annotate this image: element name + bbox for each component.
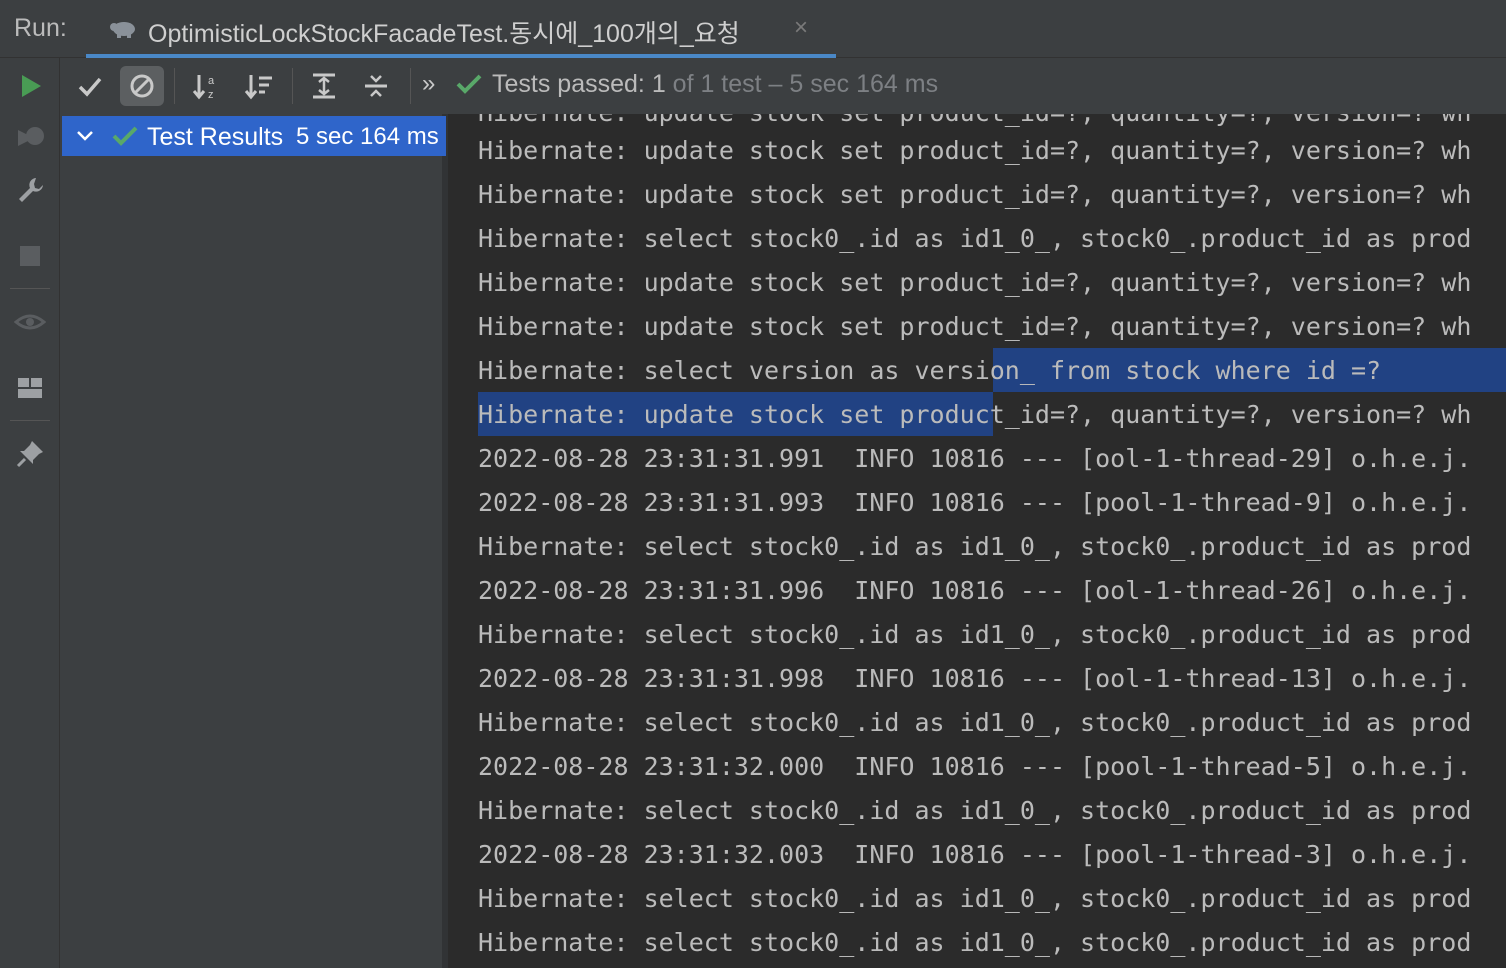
status-check-icon — [456, 72, 482, 103]
run-tab-title: OptimisticLockStockFacadeTest.동시에_100개의_… — [148, 20, 740, 48]
console-line: Hibernate: select stock0_.id as id1_0_, … — [478, 532, 1472, 561]
rerun-failed-icon[interactable] — [14, 122, 46, 154]
console-line: Hibernate: select stock0_.id as id1_0_, … — [478, 796, 1472, 825]
console-output[interactable]: Hibernate: update stock set product_id=?… — [454, 114, 1506, 968]
tree-root-time: 5 sec 164 ms — [296, 123, 439, 150]
close-icon[interactable]: × — [794, 14, 808, 42]
console-line: 2022-08-28 23:31:31.996 INFO 10816 --- [… — [478, 576, 1472, 605]
test-status: Tests passed: 1 of 1 test – 5 sec 164 ms — [456, 70, 938, 103]
console-line: Hibernate: select stock0_.id as id1_0_, … — [478, 928, 1472, 957]
tree-root-label: Test Results — [147, 123, 284, 151]
passed-check-icon — [112, 125, 138, 152]
pin-icon[interactable] — [14, 438, 46, 470]
console-line: Hibernate: select stock0_.id as id1_0_, … — [478, 224, 1472, 253]
svg-text:z: z — [208, 89, 214, 100]
status-prefix: Tests passed: — [492, 70, 652, 98]
console-line: Hibernate: select stock0_.id as id1_0_, … — [478, 884, 1472, 913]
console-line: Hibernate: update stock set product_id=?… — [478, 180, 1472, 209]
test-tree-panel: Test Results 5 sec 164 ms — [60, 114, 448, 968]
console-line: 2022-08-28 23:31:31.993 INFO 10816 --- [… — [478, 488, 1472, 517]
status-passed-count: 1 — [651, 70, 666, 98]
run-label: Run: — [14, 14, 67, 42]
tree-row-test-results[interactable]: Test Results 5 sec 164 ms — [62, 116, 446, 156]
layout-icon[interactable] — [14, 372, 46, 404]
test-toolbar: a z » Tests passed: 1 of 1 test – 5 sec … — [60, 58, 1506, 114]
console-line: Hibernate: update stock set product_id=?… — [478, 312, 1472, 341]
rerun-icon[interactable] — [14, 70, 46, 102]
sort-alpha-icon[interactable]: a z — [184, 66, 228, 106]
console-line: Hibernate: update stock set product_id=?… — [478, 136, 1472, 165]
console-line: Hibernate: select version as version_ fr… — [478, 356, 1382, 385]
run-tab[interactable]: OptimisticLockStockFacadeTest.동시에_100개의_… — [86, 0, 836, 58]
chevron-down-icon[interactable] — [74, 125, 96, 152]
console-line: 2022-08-28 23:31:32.000 INFO 10816 --- [… — [478, 752, 1472, 781]
expand-all-icon[interactable] — [302, 66, 346, 106]
more-icon[interactable]: » — [422, 70, 435, 98]
console-line: Hibernate: select stock0_.id as id1_0_, … — [478, 620, 1472, 649]
console-line: 2022-08-28 23:31:32.003 INFO 10816 --- [… — [478, 840, 1472, 869]
collapse-all-icon[interactable] — [354, 66, 398, 106]
run-side-toolbar — [0, 58, 60, 968]
console-line: Hibernate: update stock set product_id=?… — [478, 400, 1472, 429]
status-summary: of 1 test – 5 sec 164 ms — [665, 70, 939, 98]
wrench-icon[interactable] — [14, 174, 46, 206]
eye-icon[interactable] — [13, 306, 47, 338]
console-line: Hibernate: update stock set product_id=?… — [478, 114, 1471, 130]
console-line: Hibernate: select stock0_.id as id1_0_, … — [478, 708, 1472, 737]
console-line: 2022-08-28 23:31:31.998 INFO 10816 --- [… — [478, 664, 1472, 693]
run-tool-window-header: Run: OptimisticLockStockFacadeTest.동시에_1… — [0, 0, 1506, 58]
console-line: Hibernate: update stock set product_id=?… — [478, 268, 1472, 297]
stop-icon[interactable] — [14, 240, 46, 272]
show-passed-icon[interactable] — [68, 66, 112, 106]
console-line: 2022-08-28 23:31:31.991 INFO 10816 --- [… — [478, 444, 1472, 473]
show-ignored-icon[interactable] — [120, 66, 164, 106]
sort-duration-icon[interactable] — [236, 66, 280, 106]
test-run-icon — [108, 16, 138, 45]
svg-text:a: a — [208, 75, 215, 87]
